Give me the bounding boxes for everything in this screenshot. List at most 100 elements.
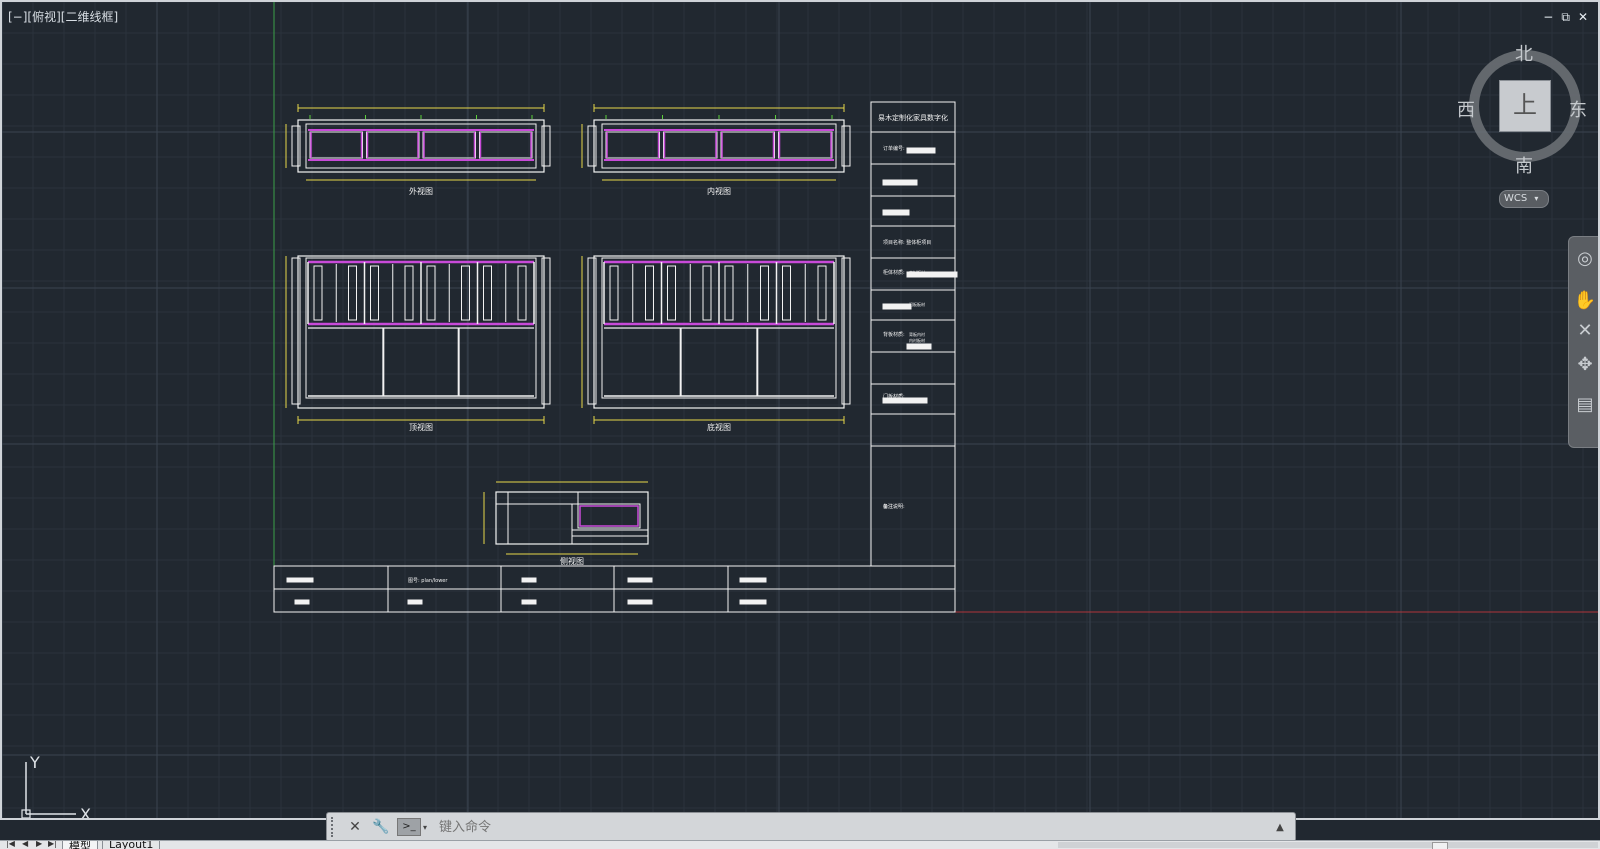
showmotion-icon[interactable]: ▤ bbox=[1573, 393, 1597, 417]
orbit-icon[interactable]: ✥ bbox=[1573, 353, 1597, 377]
first-tab-icon[interactable]: |◀ bbox=[6, 841, 15, 848]
redacted-bar bbox=[739, 599, 767, 605]
navigation-bar: ◎ ✋ ✕ ✥ ▤ bbox=[1568, 236, 1598, 448]
cabinet-side bbox=[541, 125, 551, 167]
hanging-rail bbox=[370, 265, 379, 321]
title-block-sub: 背板内衬 bbox=[909, 331, 925, 337]
side-panel bbox=[507, 503, 573, 545]
wrench-icon[interactable]: 🔧 bbox=[371, 817, 391, 837]
cabinet-side bbox=[291, 125, 301, 167]
redacted-bar bbox=[906, 343, 932, 350]
close-icon[interactable]: ✕ bbox=[345, 817, 365, 837]
hanging-rail bbox=[724, 265, 734, 321]
hanging-rail bbox=[404, 265, 414, 321]
cabinet-bay bbox=[309, 131, 363, 159]
horizontal-scrollbar[interactable] bbox=[1058, 842, 1598, 849]
compass-north[interactable]: 北 bbox=[1515, 40, 1533, 66]
viewcube-top-face[interactable]: 上 bbox=[1499, 80, 1551, 132]
title-block: 易木定制化家具数字化订单编号:项目名称: 整体柜项目柜体材质:内衬板材门板板材背… bbox=[870, 101, 958, 567]
cabinet-outline bbox=[297, 119, 545, 173]
viewport-label[interactable]: [−][俯视][二维线框] bbox=[8, 8, 118, 25]
cabinet-bay bbox=[720, 131, 775, 159]
title-block-sub: 内衬板材 bbox=[909, 337, 925, 343]
hanging-rail bbox=[817, 265, 827, 321]
command-line: ✕ 🔧 >_ ▾ ▲ bbox=[326, 812, 1296, 842]
redacted-bar bbox=[882, 179, 918, 186]
side-drawer bbox=[577, 503, 641, 529]
redacted-bar bbox=[906, 271, 958, 278]
redacted-bar bbox=[882, 303, 912, 310]
wcs-label: WCS bbox=[1504, 193, 1528, 204]
ucs-icon: Y X bbox=[21, 756, 91, 820]
hanging-rail bbox=[760, 265, 769, 321]
hanging-rail bbox=[426, 265, 436, 321]
redacted-bar bbox=[407, 599, 423, 605]
cabinet-bay bbox=[479, 131, 533, 159]
footer-text: 图号: plan/lower bbox=[408, 578, 448, 584]
hanging-rail bbox=[702, 265, 712, 321]
hanging-rail bbox=[782, 265, 791, 321]
cabinet-view: 底视图 bbox=[581, 255, 851, 432]
compass-south[interactable]: 南 bbox=[1515, 152, 1533, 178]
view-label: 底视图 bbox=[707, 422, 731, 432]
chevron-down-icon: ▾ bbox=[1534, 194, 1539, 203]
hanging-rail bbox=[517, 265, 527, 321]
cabinet-corner bbox=[495, 491, 509, 505]
redacted-bar bbox=[521, 599, 537, 605]
cabinet-side bbox=[291, 257, 301, 405]
redacted-bar bbox=[627, 599, 653, 605]
cabinet-bay bbox=[778, 131, 833, 159]
magenta-drawer bbox=[579, 505, 639, 527]
cabinet-view: 外视图 bbox=[285, 104, 551, 196]
title-block-label: 柜体材质: bbox=[883, 269, 905, 276]
hanging-rail bbox=[667, 265, 676, 321]
next-tab-icon[interactable]: ▶ bbox=[36, 841, 42, 848]
view-label: 顶视图 bbox=[409, 422, 433, 432]
cad-drawing[interactable]: 外视图 内视图顶视图 底视图侧视图 易木定制化家具数字化订单编号: 项目名称: 整体柜项… bbox=[2, 2, 1600, 820]
cabinet-view: 侧视图 bbox=[483, 481, 649, 566]
last-tab-icon[interactable]: ▶| bbox=[48, 841, 57, 848]
hanging-rail bbox=[348, 265, 357, 321]
drag-handle-icon[interactable] bbox=[331, 817, 339, 837]
view-label: 外视图 bbox=[409, 186, 433, 196]
close-icon[interactable]: ✕ bbox=[1578, 10, 1588, 25]
redacted-bar bbox=[906, 147, 936, 154]
ucs-x-label: X bbox=[80, 805, 91, 820]
cabinet-view: 内视图 bbox=[581, 104, 851, 196]
drawing-viewport[interactable]: 外视图 内视图顶视图 底视图侧视图 易木定制化家具数字化订单编号: 项目名称: 整体柜项… bbox=[0, 0, 1600, 820]
steering-wheel-icon[interactable]: ◎ bbox=[1573, 247, 1597, 271]
redacted-bar bbox=[627, 577, 653, 583]
chevron-up-icon[interactable]: ▲ bbox=[1271, 822, 1289, 833]
pan-hand-icon[interactable]: ✋ bbox=[1573, 289, 1597, 313]
command-prompt-icon[interactable]: >_ bbox=[397, 818, 421, 836]
title-block-header: 易木定制化家具数字化 bbox=[878, 113, 948, 122]
command-input[interactable] bbox=[437, 815, 1271, 839]
cabinet-side bbox=[587, 125, 597, 167]
hanging-rail bbox=[645, 265, 654, 321]
chevron-down-icon[interactable]: ▾ bbox=[423, 823, 427, 832]
title-block-label: 订单编号: bbox=[883, 145, 905, 152]
cabinet-outline bbox=[593, 119, 845, 173]
cabinet-bay bbox=[366, 131, 420, 159]
title-block-label: 项目名称: 整体柜项目 bbox=[883, 239, 931, 246]
compass-east[interactable]: 东 bbox=[1569, 96, 1587, 122]
cabinet-top-strip bbox=[507, 491, 579, 505]
zoom-icon[interactable]: ✕ bbox=[1573, 319, 1597, 343]
restore-icon[interactable]: ⧉ bbox=[1561, 10, 1570, 25]
cabinet-bay bbox=[422, 131, 476, 159]
view-label: 内视图 bbox=[707, 186, 731, 196]
compass-west[interactable]: 西 bbox=[1457, 96, 1475, 122]
cabinet-bay bbox=[605, 131, 660, 159]
title-block-label: 背板材质: bbox=[883, 331, 905, 338]
hanging-rail bbox=[609, 265, 619, 321]
redacted-bar bbox=[286, 577, 314, 583]
ucs-y-label: Y bbox=[29, 756, 40, 772]
prev-tab-icon[interactable]: ◀ bbox=[22, 841, 28, 848]
minimize-icon[interactable]: − bbox=[1543, 10, 1553, 25]
redacted-bar bbox=[294, 599, 310, 605]
wcs-menu-button[interactable]: WCS ▾ bbox=[1499, 190, 1549, 208]
hanging-rail bbox=[313, 265, 323, 321]
viewcube[interactable]: 北 南 东 西 上 WCS ▾ bbox=[1457, 40, 1597, 208]
redacted-bar bbox=[882, 397, 928, 404]
hanging-rail bbox=[483, 265, 492, 321]
